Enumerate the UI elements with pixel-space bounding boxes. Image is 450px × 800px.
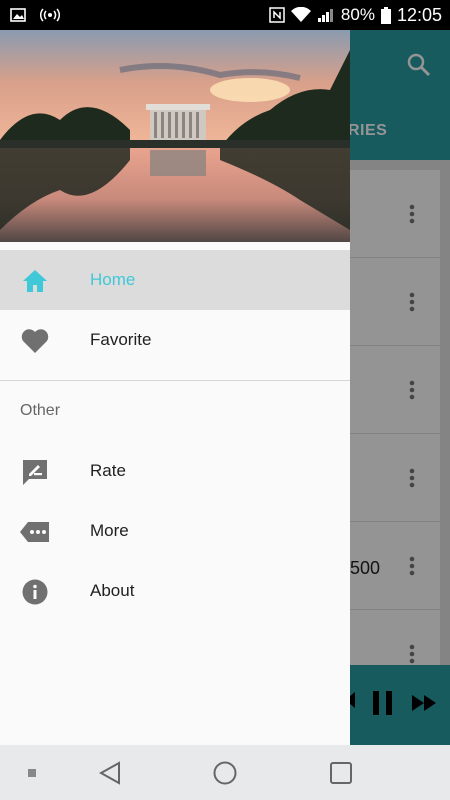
system-nav-bar bbox=[0, 745, 450, 800]
recents-icon[interactable] bbox=[326, 745, 356, 800]
battery-percent: 80% bbox=[340, 5, 375, 24]
navigation-drawer: Home Favorite Other Rate More About bbox=[0, 30, 350, 745]
heart-icon bbox=[20, 326, 50, 356]
back-icon[interactable] bbox=[96, 745, 124, 800]
drawer-header-image bbox=[0, 30, 350, 250]
clock: 12:05 bbox=[396, 4, 442, 25]
menu-dot-icon[interactable] bbox=[24, 745, 40, 800]
nav-item-label: Favorite bbox=[90, 330, 152, 349]
section-title: Other bbox=[20, 402, 61, 419]
nfc-icon bbox=[269, 7, 285, 23]
image-notification-icon bbox=[10, 7, 26, 23]
more-icon bbox=[20, 517, 50, 547]
nav-item-label: About bbox=[90, 581, 135, 600]
nav-item-more[interactable]: More bbox=[0, 501, 350, 561]
nav-item-about[interactable]: About bbox=[0, 561, 350, 621]
nav-item-favorite[interactable]: Favorite bbox=[0, 310, 350, 370]
nav-item-rate[interactable]: Rate bbox=[0, 441, 350, 501]
wifi-icon bbox=[290, 7, 311, 23]
signal-icon bbox=[317, 7, 335, 23]
hotspot-icon bbox=[40, 7, 60, 23]
status-bar: 80% 12:05 bbox=[0, 0, 450, 30]
nav-item-label: Rate bbox=[90, 461, 126, 480]
home-button-icon[interactable] bbox=[210, 745, 240, 800]
nav-item-label: Home bbox=[90, 270, 136, 289]
home-icon bbox=[20, 266, 50, 296]
nav-item-label: More bbox=[90, 521, 129, 540]
battery-icon bbox=[380, 6, 391, 24]
rate-icon bbox=[20, 457, 50, 487]
info-icon bbox=[20, 577, 50, 607]
nav-item-home[interactable]: Home bbox=[0, 250, 350, 310]
